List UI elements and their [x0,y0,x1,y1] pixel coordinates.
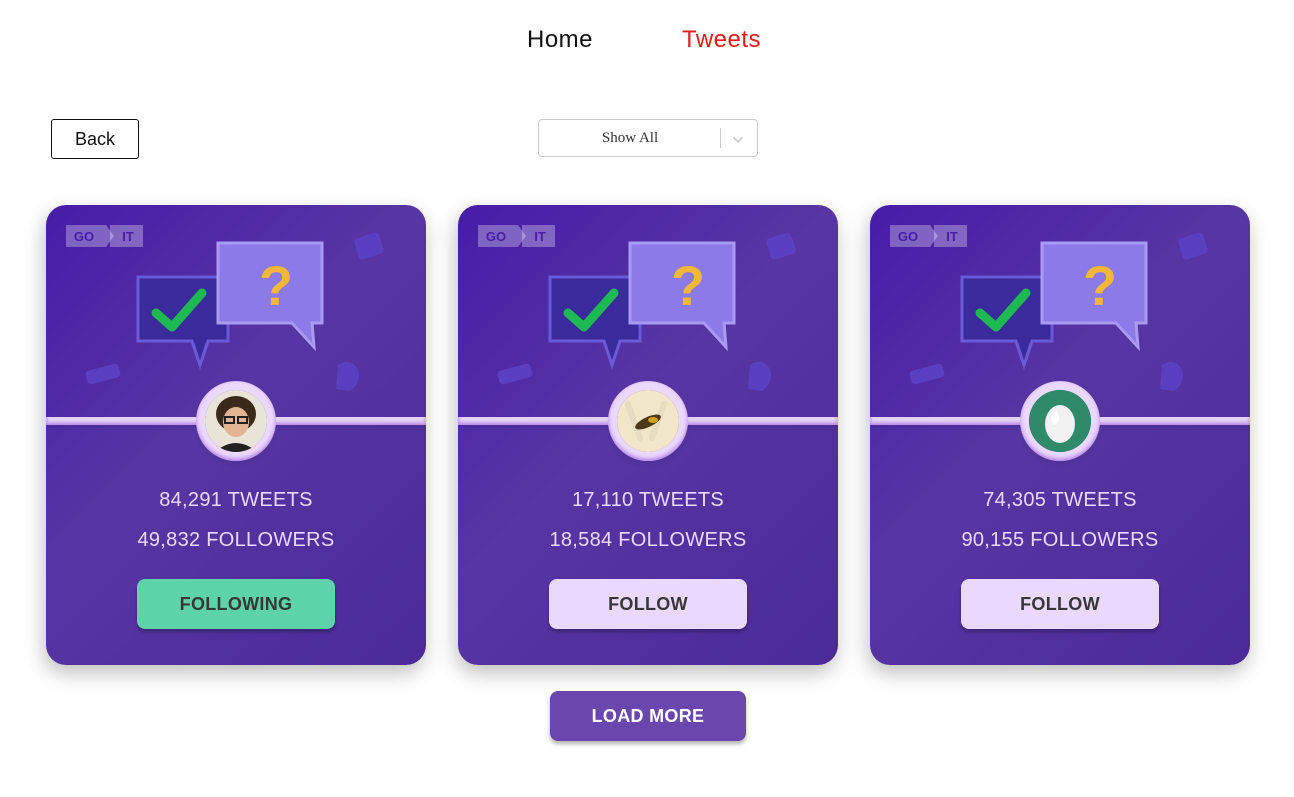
avatar-insect-icon [617,390,679,452]
avatar-ring [608,381,688,461]
following-button[interactable]: FOLLOWING [137,579,335,629]
user-card: GO IT ? 74,305 TWEETS 90,155 FOLLOWERS F… [870,205,1250,665]
top-nav: Home Tweets [0,26,1294,60]
avatar-ring [1020,381,1100,461]
followers-count: 49,832 FOLLOWERS [137,529,335,551]
tweets-count: 84,291 TWEETS [159,489,313,511]
svg-text:?: ? [259,254,293,317]
followers-count: 90,155 FOLLOWERS [961,529,1159,551]
avatar [617,390,679,452]
filter-select-separator [720,128,721,148]
back-button[interactable]: Back [51,119,139,159]
user-card: GO IT ? 84,291 TWEETS 49,832 FOLLOWERS F… [46,205,426,665]
svg-text:?: ? [1083,254,1117,317]
follow-button[interactable]: FOLLOW [549,579,747,629]
filter-select[interactable]: Show All [538,119,758,157]
followers-count: 18,584 FOLLOWERS [549,529,747,551]
load-more-button[interactable]: LOAD MORE [550,691,746,741]
filter-select-value: Show All [601,129,659,146]
user-card: GO IT ? 17,110 TWEETS 18,584 FOLLOWERS F… [458,205,838,665]
tweets-count: 74,305 TWEETS [983,489,1137,511]
avatar [1029,390,1091,452]
avatar-ring [196,381,276,461]
tweets-count: 17,110 TWEETS [571,489,725,511]
chevron-down-icon[interactable] [729,130,747,148]
avatar-person-icon [205,390,267,452]
nav-home-link[interactable]: Home [527,26,593,54]
avatar [205,390,267,452]
avatar-egg-icon [1029,390,1091,452]
svg-text:?: ? [671,254,705,317]
nav-tweets-link[interactable]: Tweets [682,26,761,54]
follow-button[interactable]: FOLLOW [961,579,1159,629]
